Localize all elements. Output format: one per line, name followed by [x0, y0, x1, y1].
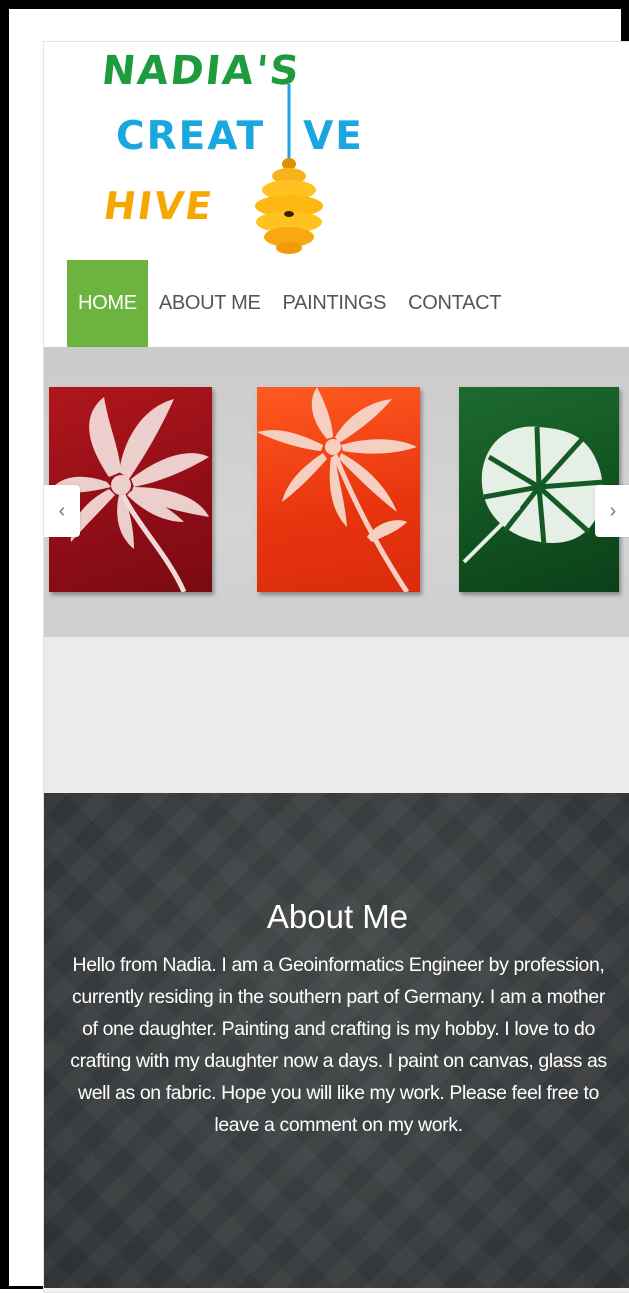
slider-spacer: [44, 637, 629, 793]
page-container: NADIA'S CREAT VE HIVE HOME ABOUT ME PAINT…: [43, 41, 629, 1293]
slider-prev-button[interactable]: ‹: [44, 485, 80, 537]
logo-line-2a: CREAT: [116, 114, 266, 159]
about-section: About Me Hello from Nadia. I am a Geoinf…: [44, 793, 629, 1288]
nav-contact[interactable]: CONTACT: [397, 260, 512, 347]
logo-line-3: HIVE: [100, 184, 217, 228]
nav-about-me[interactable]: ABOUT ME: [148, 260, 272, 347]
main-nav: HOME ABOUT ME PAINTINGS CONTACT: [67, 260, 512, 347]
nav-paintings[interactable]: PAINTINGS: [272, 260, 398, 347]
about-text: Hello from Nadia. I am a Geoinformatics …: [70, 953, 607, 1136]
orange-flower-painting: [257, 387, 420, 592]
beehive-icon: [255, 84, 323, 254]
site-logo[interactable]: NADIA'S CREAT VE HIVE: [94, 44, 384, 259]
browser-frame: NADIA'S CREAT VE HIVE HOME ABOUT ME PAINT…: [0, 0, 629, 1293]
about-title: About Me: [266, 898, 409, 936]
nav-home[interactable]: HOME: [67, 260, 148, 347]
image-slider: ‹ ›: [44, 347, 629, 637]
slider-next-button[interactable]: ›: [595, 485, 629, 537]
